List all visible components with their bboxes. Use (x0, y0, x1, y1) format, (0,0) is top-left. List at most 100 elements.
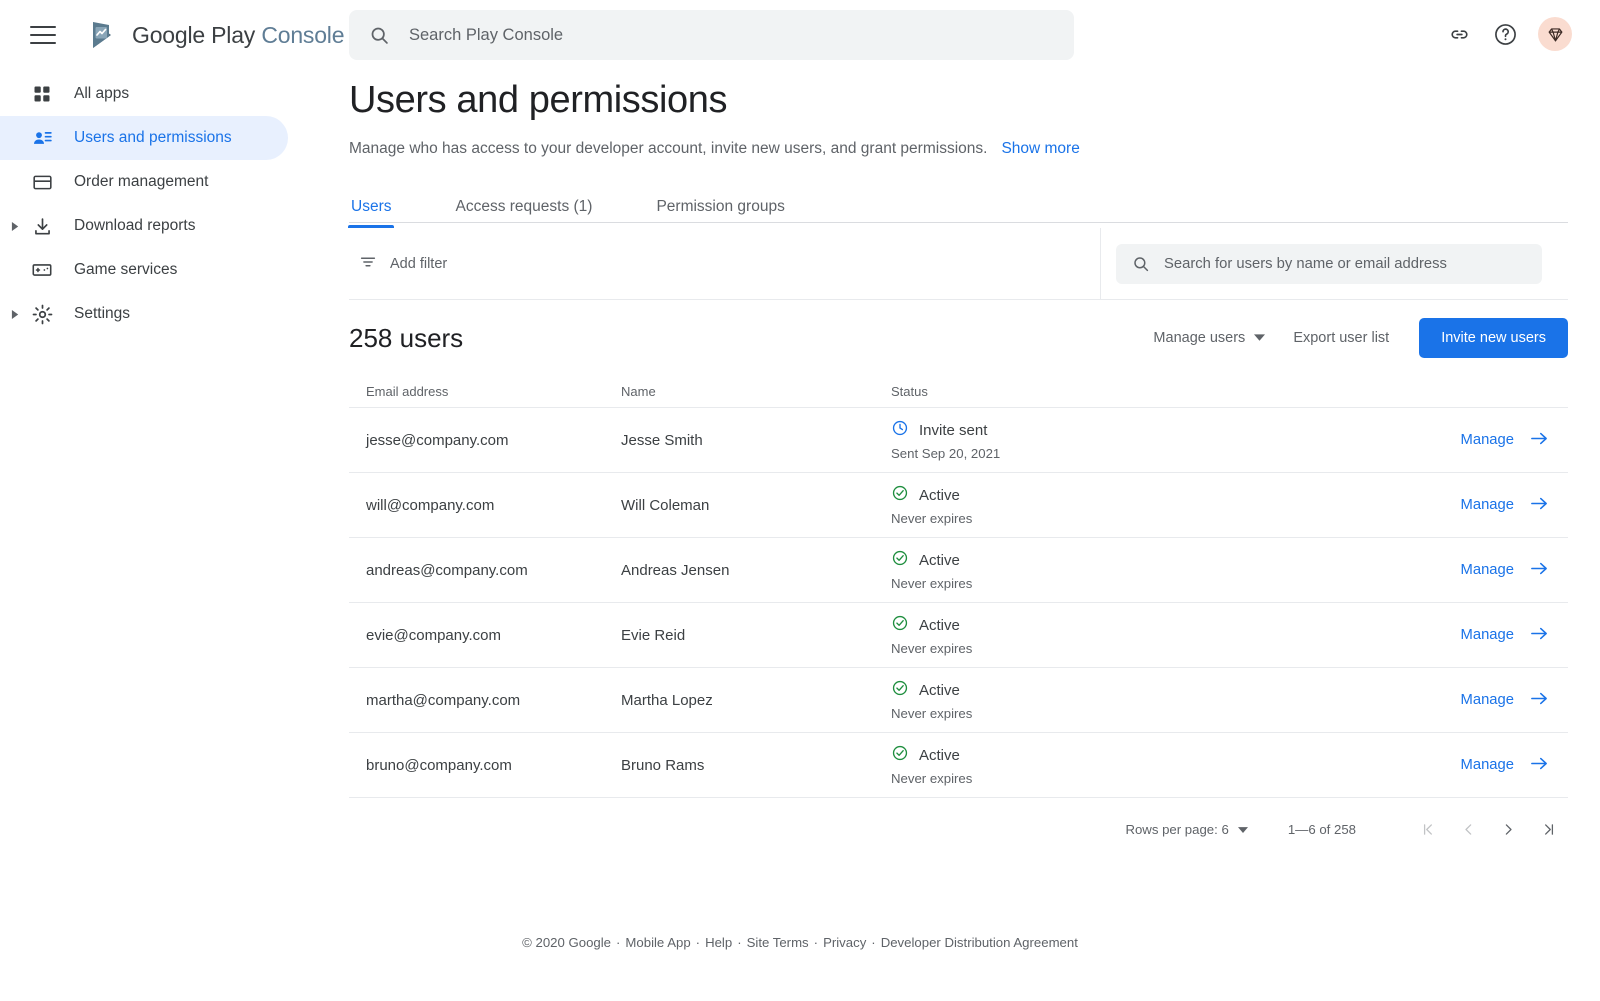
manage-link[interactable]: Manage (1461, 431, 1548, 450)
sidebar-item-download-reports[interactable]: Download reports (0, 204, 288, 248)
cell-status: Active Never expires (891, 614, 1428, 656)
brand-logo-group[interactable]: Google Play Console (86, 18, 344, 52)
cell-actions: Manage (1428, 626, 1568, 645)
expand-caret-icon[interactable] (10, 309, 20, 319)
add-filter-label: Add filter (390, 256, 447, 272)
sidebar-item-game-services[interactable]: Game services (0, 248, 288, 292)
gear-icon (30, 302, 54, 326)
grid-apps-icon (30, 82, 54, 106)
hamburger-menu-icon[interactable] (30, 26, 56, 44)
manage-link[interactable]: Manage (1461, 691, 1548, 710)
add-filter-button[interactable]: Add filter (359, 253, 447, 275)
global-search-box[interactable]: Search Play Console (349, 10, 1074, 60)
sidebar-item-order-management[interactable]: Order management (0, 160, 288, 204)
expand-caret-icon[interactable] (10, 221, 20, 231)
table-row[interactable]: bruno@company.com Bruno Rams Active Neve… (349, 733, 1568, 798)
chevron-left-icon[interactable] (1448, 809, 1488, 849)
tab-label: Users (351, 198, 391, 216)
tab-label: Access requests (1) (455, 198, 592, 216)
sidebar-item-all-apps[interactable]: All apps (0, 72, 288, 116)
invite-new-users-button[interactable]: Invite new users (1419, 318, 1568, 358)
link-icon[interactable] (1446, 21, 1472, 47)
cell-status: Active Never expires (891, 484, 1428, 526)
chevron-right-icon[interactable] (1488, 809, 1528, 849)
help-circle-icon[interactable] (1492, 21, 1518, 47)
manage-users-label: Manage users (1153, 330, 1245, 346)
check-circle-icon (891, 614, 909, 636)
status-label: Invite sent (919, 422, 987, 439)
footer-dot: · (814, 935, 818, 950)
status-badge: Active (891, 744, 1428, 766)
filter-icon (359, 253, 377, 275)
column-header-email: Email address (349, 384, 621, 399)
export-user-list-button[interactable]: Export user list (1279, 320, 1403, 356)
table-header-row: Email address Name Status (349, 376, 1568, 408)
page-subtitle-text: Manage who has access to your developer … (349, 140, 987, 157)
sidebar-nav: All apps Users and permissions Order (0, 72, 300, 336)
avatar[interactable] (1538, 17, 1572, 51)
show-more-link[interactable]: Show more (1001, 140, 1079, 157)
search-icon (369, 25, 390, 46)
search-icon (1132, 255, 1150, 273)
manage-link[interactable]: Manage (1461, 626, 1548, 645)
status-badge: Active (891, 614, 1428, 636)
footer-link-developer-distribution-agreement[interactable]: Developer Distribution Agreement (881, 935, 1078, 950)
cell-actions: Manage (1428, 431, 1568, 450)
manage-link[interactable]: Manage (1461, 561, 1548, 580)
manage-users-button[interactable]: Manage users (1139, 320, 1279, 356)
cell-actions: Manage (1428, 561, 1568, 580)
footer-link-site-terms[interactable]: Site Terms (747, 935, 809, 950)
cell-status: Active Never expires (891, 744, 1428, 786)
filter-bar-divider (1100, 228, 1101, 299)
manage-label: Manage (1461, 497, 1514, 513)
footer-dot: · (871, 935, 875, 950)
table-toolbar: 258 users Manage users Export user list … (349, 300, 1568, 376)
manage-link[interactable]: Manage (1461, 756, 1548, 775)
manage-label: Manage (1461, 692, 1514, 708)
rows-per-page-label: Rows per page: 6 (1125, 822, 1228, 837)
footer-link-help[interactable]: Help (705, 935, 732, 950)
cell-status: Active Never expires (891, 549, 1428, 591)
sidebar-item-users-and-permissions[interactable]: Users and permissions (0, 116, 288, 160)
sidebar-item-label: All apps (74, 85, 129, 103)
last-page-icon[interactable] (1528, 809, 1568, 849)
page-subtitle: Manage who has access to your developer … (349, 140, 1600, 158)
rows-per-page-selector[interactable]: Rows per page: 6 (1125, 822, 1247, 837)
manage-link[interactable]: Manage (1461, 496, 1548, 515)
status-badge: Active (891, 484, 1428, 506)
status-label: Active (919, 617, 960, 634)
table-row[interactable]: evie@company.com Evie Reid Active Never … (349, 603, 1568, 668)
status-label: Active (919, 552, 960, 569)
table-row[interactable]: will@company.com Will Coleman Active Nev… (349, 473, 1568, 538)
brand-text: Google Play Console (132, 22, 344, 49)
table-row[interactable]: jesse@company.com Jesse Smith Invite sen… (349, 408, 1568, 473)
table-row[interactable]: martha@company.com Martha Lopez Active N… (349, 668, 1568, 733)
top-app-bar: Google Play Console Search Play Console (0, 0, 1600, 70)
sidebar-item-label: Settings (74, 305, 130, 323)
status-sublabel: Never expires (891, 576, 1428, 591)
pagination-bar: Rows per page: 6 1—6 of 258 (349, 798, 1568, 860)
main-content: Users and permissions Manage who has acc… (349, 70, 1600, 860)
status-badge: Active (891, 679, 1428, 701)
chevron-down-icon (1238, 822, 1248, 837)
page-title: Users and permissions (349, 79, 1600, 122)
google-play-console-logo (86, 18, 120, 52)
first-page-icon[interactable] (1408, 809, 1448, 849)
app-root: Google Play Console Search Play Console (0, 0, 1600, 1001)
footer-link-privacy[interactable]: Privacy (823, 935, 866, 950)
footer: © 2020 Google·Mobile App·Help·Site Terms… (0, 935, 1600, 950)
arrow-right-icon (1531, 691, 1548, 710)
user-search-input[interactable]: Search for users by name or email addres… (1116, 244, 1542, 284)
sidebar-item-settings[interactable]: Settings (0, 292, 288, 336)
toolbar-actions: Manage users Export user list Invite new… (1139, 318, 1568, 358)
footer-dot: · (616, 935, 620, 950)
pagination-range-label: 1—6 of 258 (1288, 822, 1356, 837)
footer-link-mobile-app[interactable]: Mobile App (625, 935, 690, 950)
arrow-right-icon (1531, 756, 1548, 775)
cell-actions: Manage (1428, 756, 1568, 775)
gamepad-icon (30, 258, 54, 282)
cell-email: martha@company.com (349, 692, 621, 709)
sidebar-item-label: Game services (74, 261, 177, 279)
table-row[interactable]: andreas@company.com Andreas Jensen Activ… (349, 538, 1568, 603)
cell-email: will@company.com (349, 497, 621, 514)
